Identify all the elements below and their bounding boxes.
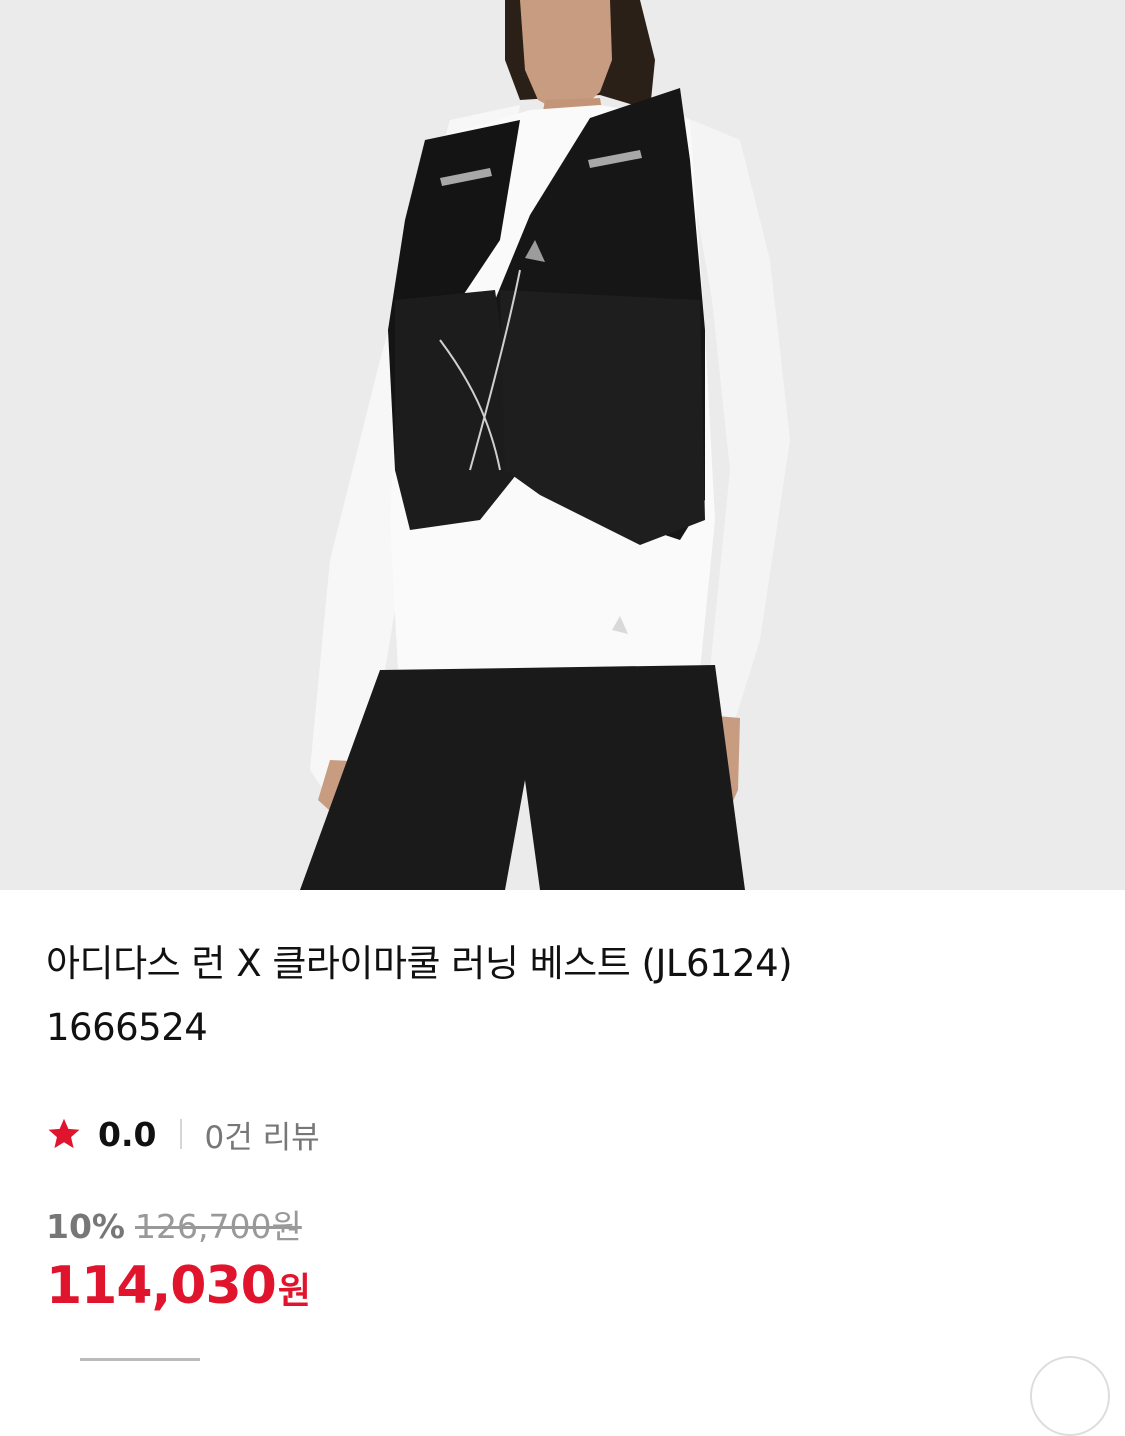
rating-row[interactable]: 0.0 0건 리뷰 (46, 1112, 320, 1157)
product-photo (0, 0, 1125, 890)
rating-divider (180, 1119, 183, 1149)
product-info: 아디다스 런 X 클라이마쿨 러닝 베스트 (JL6124) 1666524 0… (0, 890, 1125, 1436)
product-title-line1: 아디다스 런 X 클라이마쿨 러닝 베스트 (JL6124) (46, 942, 793, 985)
sale-price-row: 114,030 원 (46, 1256, 311, 1316)
discount-rate: 10% (46, 1207, 125, 1246)
discount-row: 10% 126,700원 (46, 1200, 302, 1248)
star-icon (48, 1118, 80, 1149)
review-count-link[interactable]: 0건 리뷰 (204, 1112, 319, 1157)
product-image[interactable] (0, 0, 1125, 890)
product-title: 아디다스 런 X 클라이마쿨 러닝 베스트 (JL6124) 1666524 (46, 940, 1086, 1051)
sale-price: 114,030 (46, 1256, 277, 1316)
sale-currency: 원 (277, 1271, 311, 1312)
cut-off-text (80, 1352, 220, 1362)
action-circle-button[interactable] (1030, 1356, 1110, 1436)
rating-value: 0.0 (98, 1114, 157, 1154)
product-code: 1666524 (46, 1006, 208, 1049)
original-price: 126,700원 (135, 1207, 302, 1246)
